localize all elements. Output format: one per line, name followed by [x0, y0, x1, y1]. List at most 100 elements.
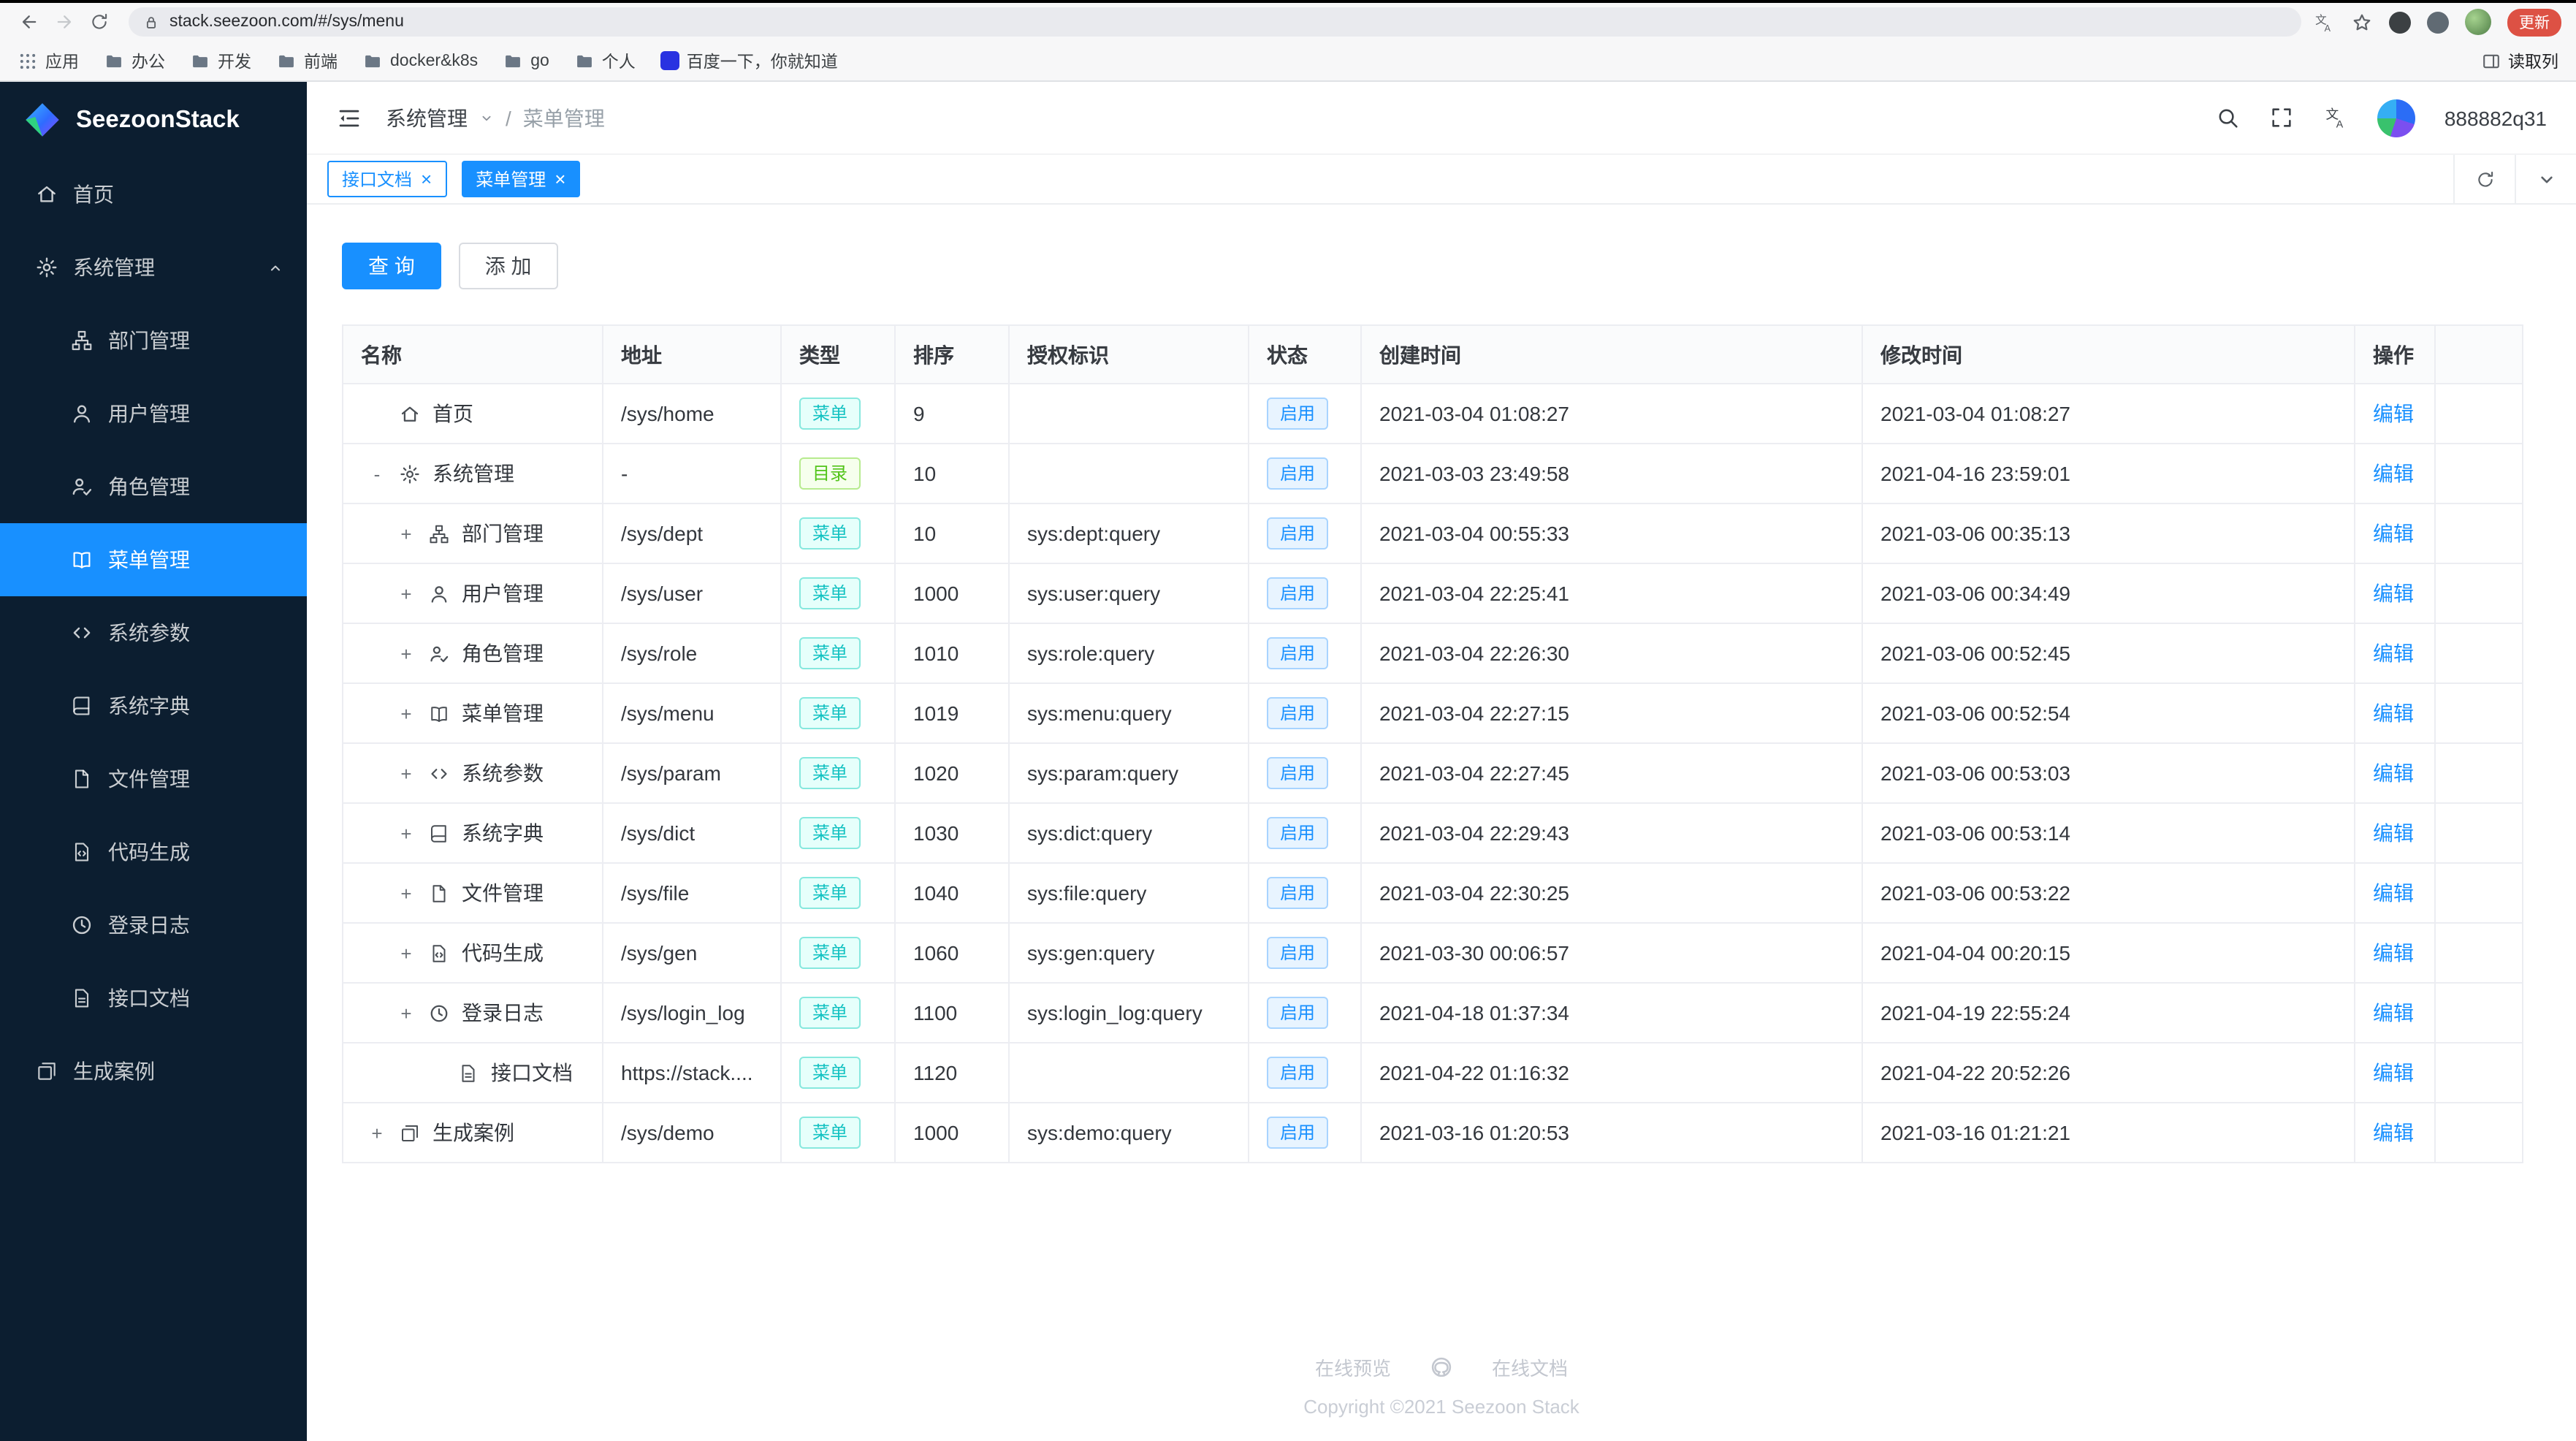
back-button[interactable]	[12, 6, 47, 38]
row-url: /sys/menu	[602, 683, 782, 744]
refresh-tab-button[interactable]	[2453, 155, 2515, 203]
sidebar-item-menu[interactable]: 菜单管理	[0, 523, 307, 596]
add-button[interactable]: 添 加	[458, 243, 558, 289]
language-button[interactable]	[2323, 105, 2348, 130]
row-created: 2021-04-22 01:16:32	[1360, 1042, 1863, 1103]
edit-link[interactable]: 编辑	[2373, 582, 2414, 605]
sidebar-item-file[interactable]: 文件管理	[0, 742, 307, 815]
expand-row-toggle[interactable]: +	[396, 762, 416, 784]
row-name: 首页	[432, 402, 473, 425]
translate-icon[interactable]	[2313, 11, 2335, 33]
online-docs-link[interactable]: 在线文档	[1492, 1353, 1568, 1381]
bookmark-item[interactable]: 个人	[574, 49, 636, 72]
bookmark-item[interactable]: 开发	[190, 49, 251, 72]
sidebar-item-log[interactable]: 登录日志	[0, 889, 307, 962]
bookmark-item[interactable]: 前端	[276, 49, 338, 72]
expand-row-toggle[interactable]: +	[396, 1002, 416, 1024]
column-header: 授权标识	[1008, 324, 1249, 384]
type-tag: 菜单	[799, 637, 861, 669]
url-bar[interactable]: stack.seezoon.com/#/sys/menu	[129, 7, 2301, 37]
expand-row-toggle[interactable]: +	[396, 522, 416, 544]
search-button[interactable]	[2215, 105, 2240, 130]
brand[interactable]: SeezoonStack	[0, 82, 307, 158]
edit-link[interactable]: 编辑	[2373, 1061, 2414, 1084]
breadcrumb-parent[interactable]: 系统管理	[386, 103, 468, 132]
row-updated: 2021-04-19 22:55:24	[1861, 982, 2355, 1043]
refresh-icon	[2474, 169, 2495, 189]
edit-link[interactable]: 编辑	[2373, 761, 2414, 785]
bookmark-star-icon[interactable]	[2351, 11, 2373, 33]
column-header: 操作	[2354, 324, 2436, 384]
close-icon[interactable]: ×	[421, 170, 432, 189]
sidebar-item-home[interactable]: 首页	[0, 158, 307, 231]
edit-link[interactable]: 编辑	[2373, 642, 2414, 665]
forward-button[interactable]	[47, 6, 82, 38]
sidebar-item-label: 代码生成	[108, 840, 190, 864]
expand-row-toggle[interactable]: +	[396, 702, 416, 724]
fullscreen-button[interactable]	[2269, 105, 2294, 130]
row-sort: 1030	[894, 802, 1010, 864]
sidebar-item-label: 部门管理	[108, 329, 190, 352]
role-icon	[428, 642, 450, 664]
row-permission: sys:demo:query	[1008, 1102, 1249, 1163]
edit-link[interactable]: 编辑	[2373, 402, 2414, 425]
edit-link[interactable]: 编辑	[2373, 522, 2414, 545]
bookmark-item[interactable]: go	[503, 50, 549, 71]
extension-icon[interactable]	[2427, 11, 2449, 33]
browser-profile-avatar[interactable]	[2465, 9, 2491, 35]
username[interactable]: 888882q31	[2444, 106, 2547, 129]
expand-row-toggle[interactable]: +	[367, 1122, 387, 1144]
online-preview-link[interactable]: 在线预览	[1315, 1353, 1391, 1381]
bookmark-item[interactable]: 百度一下，你就知道	[660, 49, 838, 72]
expand-row-toggle[interactable]: +	[396, 582, 416, 604]
edit-link[interactable]: 编辑	[2373, 702, 2414, 725]
main: 系统管理 / 菜单管理 888882q31 接口文档 × 菜单管理 × 查 询 …	[307, 82, 2576, 1441]
extension-icon[interactable]	[2389, 11, 2411, 33]
sidebar-item-gear[interactable]: 系统管理	[0, 231, 307, 304]
sidebar-item-gen[interactable]: 代码生成	[0, 815, 307, 889]
edit-link[interactable]: 编辑	[2373, 1121, 2414, 1144]
sidebar-item-doc[interactable]: 接口文档	[0, 962, 307, 1035]
tab-options-button[interactable]	[2515, 155, 2576, 203]
row-updated: 2021-03-06 00:53:03	[1861, 742, 2355, 804]
gear-icon	[35, 256, 58, 279]
expand-row-toggle[interactable]: +	[396, 642, 416, 664]
sidebar-item-label: 文件管理	[108, 767, 190, 791]
bookmarks-list: 应用 办公 开发 前端 docker&k8s go 个人 百度一下，你就知道	[18, 49, 838, 72]
status-badge: 启用	[1267, 577, 1329, 609]
bookmark-item[interactable]: docker&k8s	[362, 50, 478, 71]
row-updated: 2021-03-16 01:21:21	[1861, 1102, 2355, 1163]
sidebar-item-dept[interactable]: 部门管理	[0, 304, 307, 377]
expand-row-toggle[interactable]: +	[396, 942, 416, 964]
edit-link[interactable]: 编辑	[2373, 1001, 2414, 1024]
tab-1[interactable]: 菜单管理 ×	[461, 161, 581, 197]
expand-row-toggle[interactable]: +	[396, 822, 416, 844]
query-button[interactable]: 查 询	[342, 243, 441, 289]
avatar[interactable]	[2377, 99, 2415, 137]
bookmark-item[interactable]: 办公	[104, 49, 165, 72]
reading-list-button[interactable]: 读取列	[2480, 49, 2558, 72]
github-icon[interactable]	[1429, 1355, 1454, 1380]
tab-0[interactable]: 接口文档 ×	[327, 161, 447, 197]
edit-link[interactable]: 编辑	[2373, 462, 2414, 485]
browser-update-button[interactable]: 更新	[2507, 8, 2561, 36]
collapse-row-toggle[interactable]: -	[367, 463, 387, 484]
row-name: 文件管理	[462, 881, 544, 905]
row-created: 2021-03-04 22:27:45	[1360, 742, 1863, 804]
sidebar-item-dict[interactable]: 系统字典	[0, 669, 307, 742]
sidebar-item-param[interactable]: 系统参数	[0, 596, 307, 669]
type-tag: 菜单	[799, 517, 861, 550]
reload-button[interactable]	[82, 6, 117, 38]
row-gutter	[2434, 383, 2523, 444]
sidebar-item-demo[interactable]: 生成案例	[0, 1035, 307, 1108]
row-sort: 1010	[894, 623, 1010, 684]
sidebar-item-role[interactable]: 角色管理	[0, 450, 307, 523]
edit-link[interactable]: 编辑	[2373, 941, 2414, 965]
bookmark-item[interactable]: 应用	[18, 49, 79, 72]
edit-link[interactable]: 编辑	[2373, 881, 2414, 905]
close-icon[interactable]: ×	[555, 170, 565, 189]
sidebar-collapse-button[interactable]	[336, 104, 362, 131]
edit-link[interactable]: 编辑	[2373, 821, 2414, 845]
expand-row-toggle[interactable]: +	[396, 882, 416, 904]
sidebar-item-user[interactable]: 用户管理	[0, 377, 307, 450]
